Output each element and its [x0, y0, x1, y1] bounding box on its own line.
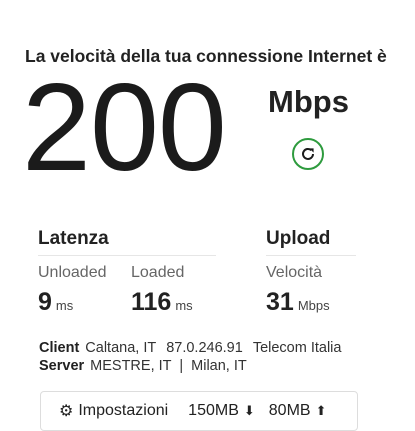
server-locations: MESTRE, IT | Milan, IT: [90, 358, 247, 374]
upload-size-value: 80MB: [268, 402, 311, 419]
upload-speed-value: 31: [266, 288, 294, 316]
unloaded-latency-unit: ms: [55, 298, 74, 313]
settings-label: Impostazioni: [78, 402, 169, 419]
upload-speed: 31 Mbps: [266, 288, 330, 317]
upload-speed-label: Velocità: [266, 264, 323, 281]
latency-title: Latenza: [38, 228, 109, 249]
unloaded-latency: 9 ms: [38, 288, 73, 317]
client-label: Client: [39, 340, 80, 356]
refresh-icon: [302, 147, 314, 160]
client-ip: 87.0.246.91: [166, 340, 243, 356]
upload-speed-unit: Mbps: [297, 298, 330, 313]
client-location: Caltana, IT: [85, 340, 157, 356]
server-info: Server MESTRE, IT | Milan, IT: [39, 358, 247, 374]
latency-divider: [38, 255, 216, 256]
loaded-latency-unit: ms: [175, 298, 193, 313]
speed-unit: Mbps: [268, 84, 349, 119]
speed-value: 200: [22, 59, 227, 197]
upload-title: Upload: [266, 228, 331, 249]
loaded-label: Loaded: [131, 264, 185, 281]
settings-bar: ⚙ Impostazioni 150MB ⬇ 80MB ⬆: [40, 391, 358, 431]
loaded-latency: 116 ms: [131, 288, 193, 317]
download-size-value: 150MB: [188, 402, 239, 419]
loaded-latency-value: 116: [131, 288, 172, 316]
client-isp: Telecom Italia: [252, 340, 342, 356]
unloaded-label: Unloaded: [38, 264, 107, 281]
unloaded-latency-value: 9: [38, 288, 52, 316]
client-info: Client Caltana, IT 87.0.246.91 Telecom Ital…: [39, 340, 341, 356]
download-size: 150MB ⬇: [188, 402, 255, 420]
gear-icon: ⚙: [59, 403, 74, 420]
settings-button[interactable]: ⚙ Impostazioni: [59, 401, 168, 421]
upload-size: 80MB ⬆: [269, 402, 327, 420]
refresh-button[interactable]: [292, 138, 324, 170]
server-label: Server: [39, 358, 85, 374]
upload-divider: [266, 255, 356, 256]
upload-arrow-icon: ⬆: [315, 403, 327, 418]
download-arrow-icon: ⬇: [243, 403, 255, 418]
